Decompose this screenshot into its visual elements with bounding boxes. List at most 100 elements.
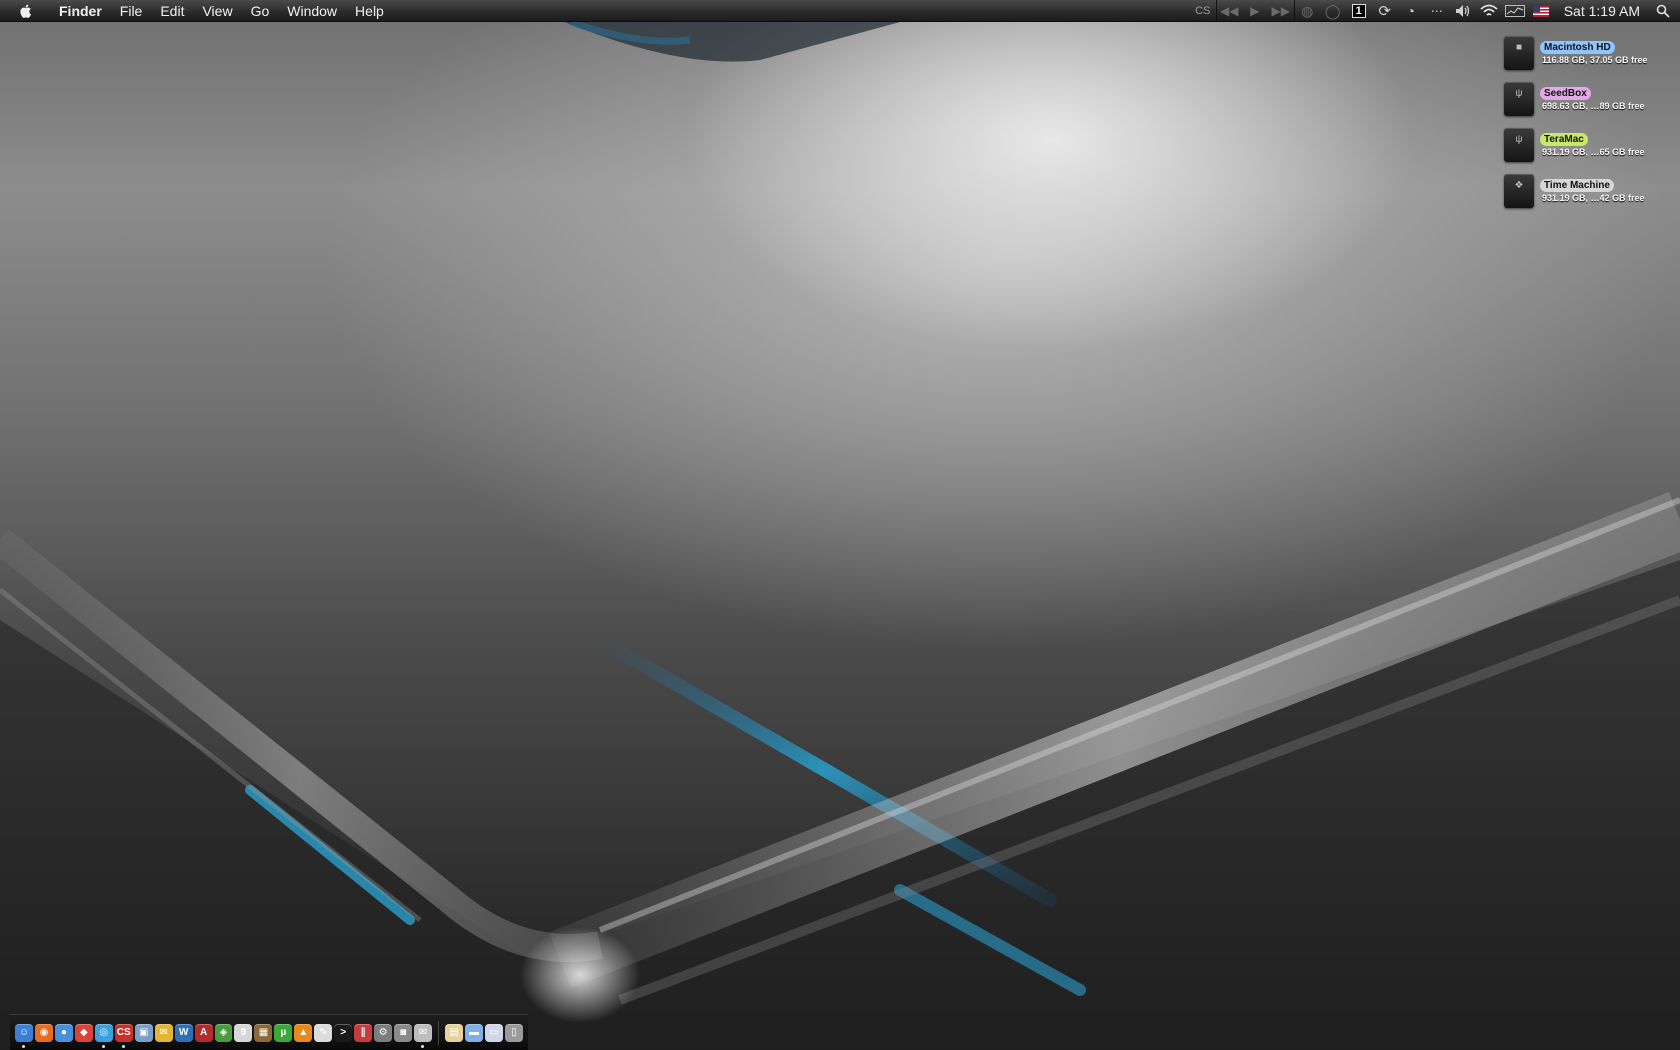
play-button[interactable]: ▶	[1242, 0, 1268, 22]
menu-view[interactable]: View	[193, 0, 241, 22]
cs-status-label: CS	[1195, 5, 1211, 17]
running-indicator	[121, 1044, 125, 1048]
pages-icon: ◆	[79, 1027, 88, 1038]
menu-help[interactable]: Help	[346, 0, 393, 22]
photo-icon: ▦	[258, 1027, 269, 1038]
dock-item-ical[interactable]: 9	[234, 1023, 253, 1042]
terminal-icon: >	[340, 1027, 347, 1038]
external-drive-icon: ψ	[1504, 128, 1534, 162]
dock-item-cs-app[interactable]: CS	[114, 1023, 133, 1048]
dock: ☺ ◉ ● ◆ ◎ CS ▣ ✉ W A ◈ 9 ▦ µ ▲ ✎ > ∥ ⚙ ◙ ✉ ▤ ▬ ▭ ▯	[10, 1014, 528, 1050]
spaces-item[interactable]: 1	[1346, 0, 1372, 22]
running-indicator	[22, 1044, 25, 1048]
menu-file[interactable]: File	[111, 0, 152, 22]
system-preferences-icon: ⚙	[378, 1027, 388, 1038]
apple-menu[interactable]	[0, 0, 50, 22]
cs-app-icon: CS	[116, 1027, 131, 1038]
utorrent-icon: µ	[280, 1027, 287, 1038]
menu-extras: CS ◀◀ ▶ ▶▶ ◍ ◯ 1 ⟳ ◔ ⋯ Sat 1:19 AM	[1190, 0, 1680, 22]
dock-item-photo[interactable]: ▦	[254, 1023, 273, 1042]
hard-drive-icon: ■	[1504, 36, 1534, 70]
dock-item-downloads-stack[interactable]: ▭	[484, 1023, 503, 1042]
dock-item-vlc[interactable]: ▲	[294, 1023, 313, 1042]
menu-window[interactable]: Window	[278, 0, 346, 22]
rewind-icon: ◀◀	[1219, 4, 1239, 18]
dock-item-mail-2[interactable]: ✉	[414, 1023, 433, 1048]
acrobat-icon: A	[199, 1027, 208, 1038]
drive-info: 116.88 GB, 37.05 GB free	[1542, 55, 1648, 65]
drive-info: 698.63 GB, …89 GB free	[1542, 101, 1645, 111]
cs-status-item[interactable]: CS	[1190, 0, 1216, 22]
dock-item-utorrent[interactable]: µ	[274, 1023, 293, 1042]
dock-item-word[interactable]: W	[174, 1023, 193, 1042]
spotlight-item[interactable]	[1654, 0, 1680, 22]
preview-icon: ▣	[138, 1027, 149, 1038]
drive-macintosh-hd[interactable]: ■ Macintosh HD 116.88 GB, 37.05 GB free	[1500, 30, 1680, 76]
dock-item-terminal[interactable]: >	[334, 1023, 353, 1042]
desktop[interactable]: Finder File Edit View Go Window Help CS …	[0, 0, 1680, 1050]
dock-item-pages[interactable]: ◆	[74, 1023, 93, 1042]
dock-item-finder[interactable]: ☺	[15, 1023, 33, 1048]
drive-label: TeraMac	[1540, 133, 1588, 146]
menu-finder[interactable]: Finder	[50, 0, 111, 22]
safari-icon: ◎	[99, 1027, 109, 1038]
drive-seedbox[interactable]: ψ SeedBox 698.63 GB, …89 GB free	[1500, 76, 1680, 122]
documents-stack-icon: ▤	[449, 1027, 459, 1038]
running-indicator	[421, 1044, 425, 1048]
dock-item-parallels[interactable]: ∥	[354, 1023, 373, 1042]
mail-icon: ✉	[159, 1027, 168, 1038]
dock-item-transmission[interactable]: ◈	[214, 1023, 233, 1042]
sync-item[interactable]: ⟳	[1372, 0, 1398, 22]
dock-item-trash[interactable]: ▯	[504, 1023, 523, 1042]
desktop-drive-list: ■ Macintosh HD 116.88 GB, 37.05 GB free …	[1500, 30, 1680, 214]
time-machine-drive-icon: ❖	[1504, 174, 1534, 208]
menu-go[interactable]: Go	[242, 0, 279, 22]
wifi-item[interactable]	[1476, 0, 1502, 22]
folder-stack-icon: ▬	[468, 1027, 479, 1038]
dock-item-preview[interactable]: ▣	[134, 1023, 153, 1042]
fast-forward-icon: ▶▶	[1271, 4, 1290, 18]
menu-clock[interactable]: Sat 1:19 AM	[1554, 3, 1654, 19]
time-machine-item[interactable]: ◔	[1398, 0, 1424, 22]
dock-item-documents-stack[interactable]: ▤	[445, 1023, 463, 1042]
dock-item-firefox[interactable]: ◉	[34, 1023, 53, 1042]
ellipsis-icon: ⋯	[1430, 4, 1443, 18]
circle-icon: ◍	[1301, 2, 1314, 19]
search-icon	[1656, 4, 1670, 18]
activity-monitor-item[interactable]	[1502, 0, 1528, 22]
menu-bar: Finder File Edit View Go Window Help CS …	[0, 0, 1680, 22]
activity-graph-icon	[1504, 5, 1525, 17]
drive-teramac[interactable]: ψ TeraMac 931.19 GB, …65 GB free	[1500, 122, 1680, 168]
apple-logo-icon	[20, 4, 31, 18]
wallpaper-glass-shape	[0, 18, 1680, 1050]
drive-glyph: ❖	[1514, 180, 1524, 191]
downloads-stack-icon: ▭	[489, 1027, 499, 1038]
drive-time-machine[interactable]: ❖ Time Machine 931.19 GB, …42 GB free	[1500, 168, 1680, 214]
dock-item-system-preferences[interactable]: ⚙	[374, 1023, 393, 1042]
mail-2-icon: ✉	[418, 1027, 428, 1038]
next-track-button[interactable]: ▶▶	[1268, 0, 1294, 22]
menu-edit[interactable]: Edit	[151, 0, 193, 22]
dock-item-textedit[interactable]: ✎	[314, 1023, 333, 1042]
ichat-icon: ●	[60, 1027, 67, 1038]
drive-label: Time Machine	[1540, 179, 1614, 192]
textedit-icon: ✎	[319, 1027, 328, 1038]
volume-item[interactable]	[1450, 0, 1476, 22]
previous-track-button[interactable]: ◀◀	[1215, 0, 1242, 22]
dock-item-screenshot[interactable]: ◙	[394, 1023, 413, 1042]
dock-item-folder-stack[interactable]: ▬	[464, 1023, 483, 1042]
drive-glyph: ■	[1515, 42, 1523, 53]
dock-item-ichat[interactable]: ●	[54, 1023, 73, 1042]
running-indicator	[101, 1044, 105, 1048]
speaker-icon	[1455, 5, 1469, 17]
input-menu-item[interactable]	[1528, 0, 1554, 22]
spaces-number: 1	[1351, 4, 1366, 18]
dock-item-acrobat[interactable]: A	[194, 1023, 213, 1042]
dock-item-mail[interactable]: ✉	[154, 1023, 173, 1042]
dock-item-safari[interactable]: ◎	[94, 1023, 113, 1048]
bluetooth-item[interactable]: ⋯	[1424, 0, 1450, 22]
finder-icon: ☺	[18, 1027, 30, 1038]
chat-status-item[interactable]: ◯	[1320, 0, 1346, 22]
status-circle-item[interactable]: ◍	[1293, 0, 1320, 22]
drive-info: 931.19 GB, …65 GB free	[1542, 147, 1645, 157]
